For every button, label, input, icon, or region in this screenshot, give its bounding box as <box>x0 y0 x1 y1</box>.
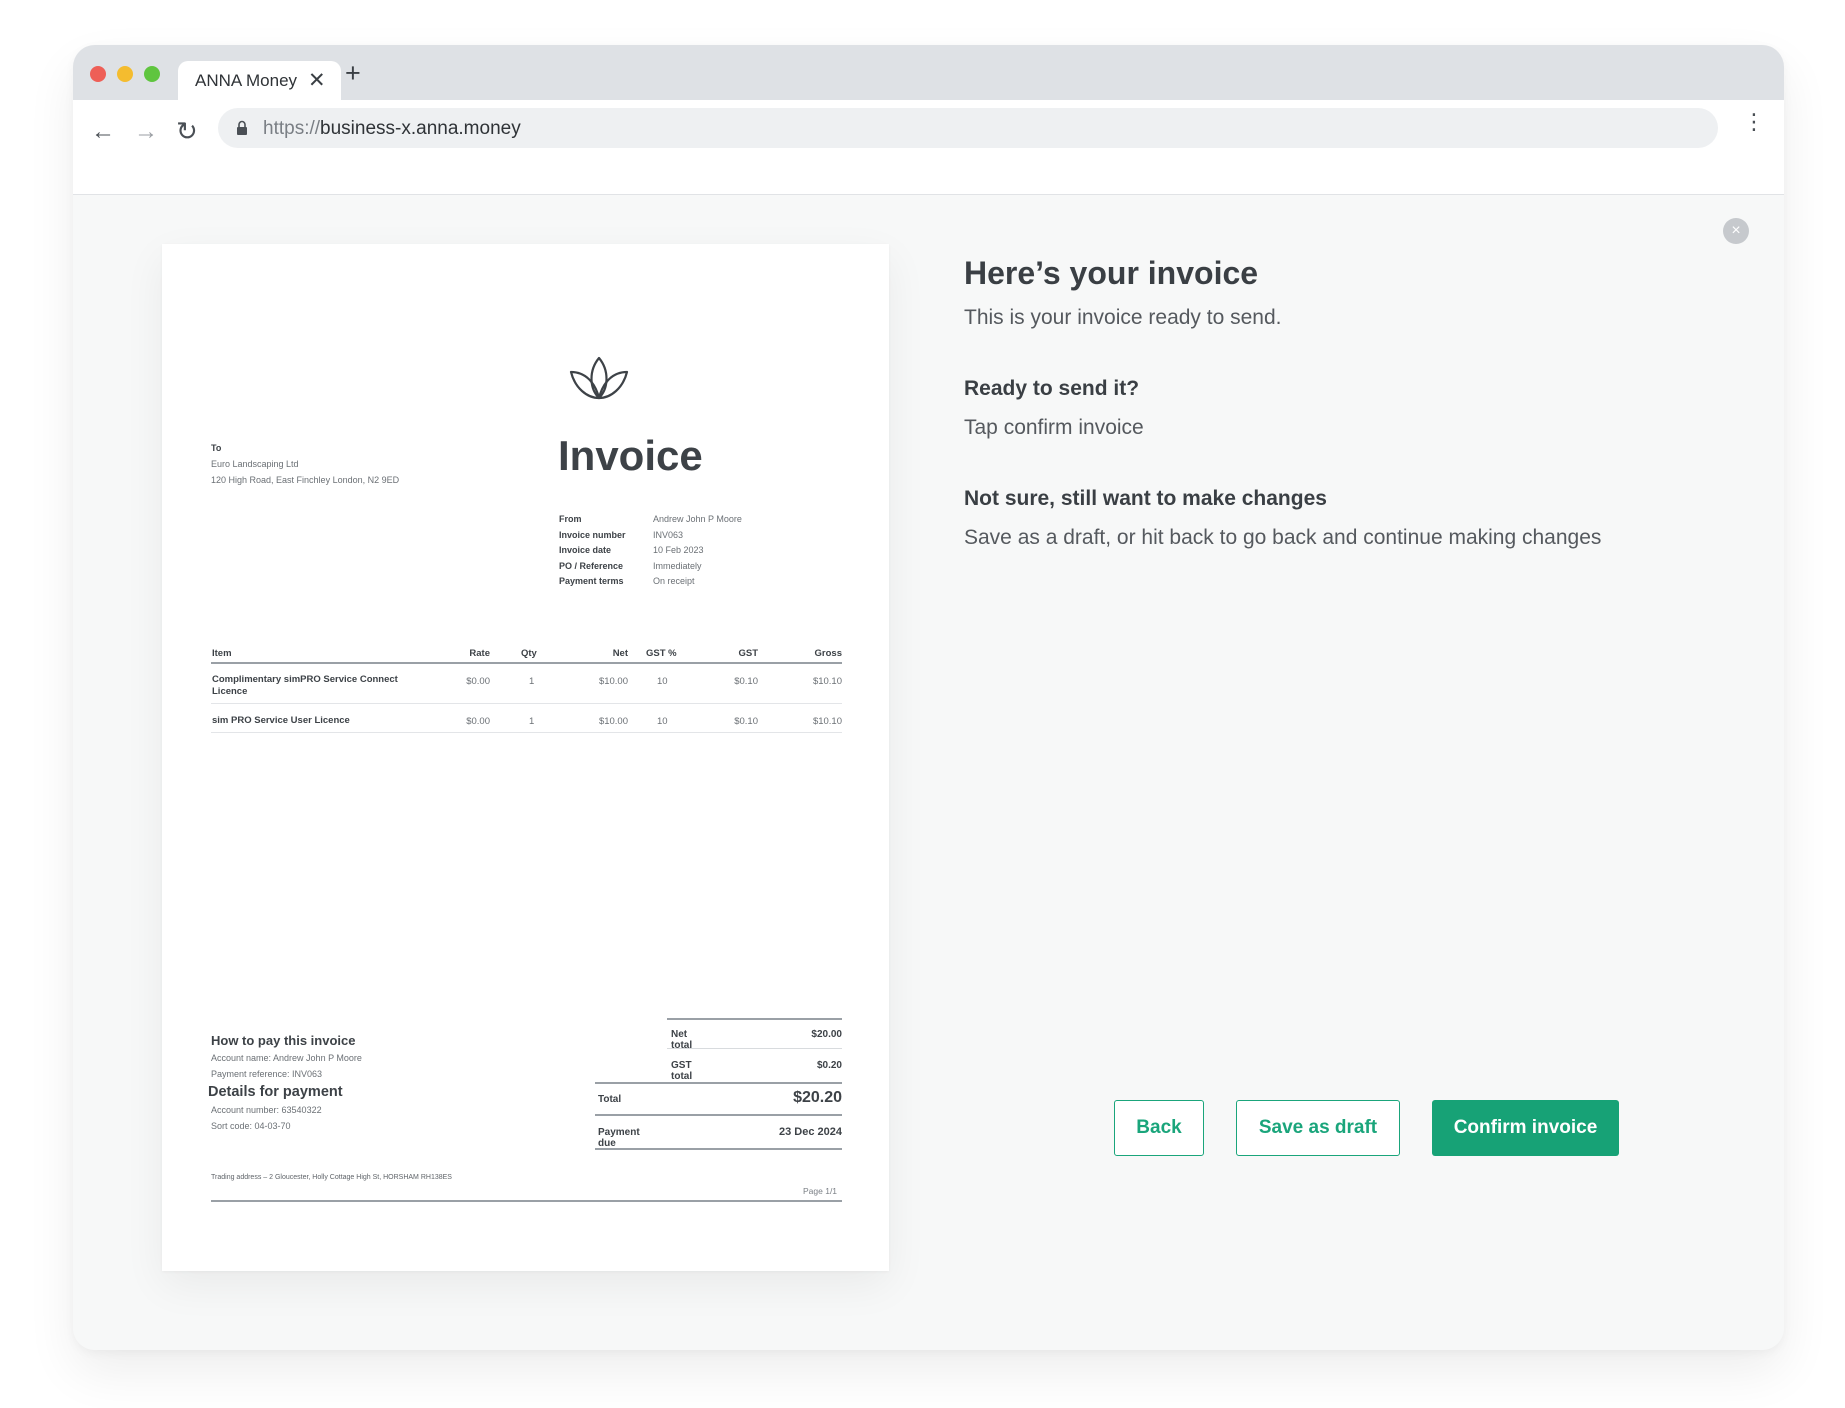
net-total-value: $20.00 <box>811 1029 842 1040</box>
browser-toolbar: ← → ↻ https://business-x.anna.money ⋮ <box>73 100 1784 195</box>
payment-instructions: How to pay this invoice Account name: An… <box>208 1033 362 1134</box>
new-tab-button[interactable]: + <box>345 58 361 89</box>
table-header: Item Rate Qty Net GST % GST Gross <box>211 644 842 664</box>
tab-close-icon[interactable]: ✕ <box>308 68 326 93</box>
meta-value: On receipt <box>653 576 695 586</box>
meta-label: From <box>559 514 582 524</box>
col-gross: Gross <box>814 648 842 659</box>
to-label: To <box>211 443 222 453</box>
bill-to-block: To Euro Landscaping Ltd 120 High Road, E… <box>211 440 399 488</box>
col-gst: GST <box>738 648 758 659</box>
url-text: https://business-x.anna.money <box>263 118 521 140</box>
meta-value: 10 Feb 2023 <box>653 545 704 555</box>
totals-rule <box>667 1018 842 1020</box>
ready-heading: Ready to send it? <box>964 377 1140 400</box>
confirm-invoice-button[interactable]: Confirm invoice <box>1432 1100 1619 1156</box>
account-number: Account number: 63540322 <box>211 1105 322 1115</box>
invoice-title: Invoice <box>558 432 703 479</box>
gst-total-value: $0.20 <box>816 1060 842 1071</box>
how-to-pay-title: How to pay this invoice <box>211 1033 356 1048</box>
save-as-draft-button[interactable]: Save as draft <box>1236 1100 1400 1156</box>
maximize-window-button[interactable] <box>144 66 160 82</box>
meta-label: Invoice number <box>559 529 626 540</box>
col-rate: Rate <box>469 648 490 659</box>
footer-rule <box>211 1200 842 1202</box>
meta-value: Immediately <box>653 560 702 571</box>
payment-due-label: Payment due <box>598 1127 640 1149</box>
totals-rule <box>667 1048 842 1049</box>
close-window-button[interactable] <box>90 66 106 82</box>
ready-text: Tap confirm invoice <box>964 416 1144 439</box>
total-label: Total <box>598 1094 622 1105</box>
url-host: business-x.anna.money <box>320 118 521 139</box>
url-scheme: https:// <box>263 118 321 139</box>
cell-gross: $10.10 <box>812 716 842 727</box>
cell-rate: $0.00 <box>466 716 490 727</box>
back-button[interactable]: Back <box>1114 1100 1204 1156</box>
col-item: Item <box>212 648 232 659</box>
col-gst-percent: GST % <box>646 648 677 659</box>
not-sure-heading: Not sure, still want to make changes <box>964 487 1327 510</box>
meta-label: PO / Reference <box>559 560 624 571</box>
meta-row: Invoice date 10 Feb 2023 <box>559 543 742 559</box>
cell-net: $10.00 <box>598 716 628 727</box>
col-qty: Qty <box>521 648 537 659</box>
cell-item: sim PRO Service User Licence <box>212 715 350 726</box>
page-title: Here’s your invoice <box>964 255 1259 291</box>
invoice-meta: From Andrew John P Moore Invoice number IN… <box>559 512 742 590</box>
not-sure-text: Save as a draft, or hit back to go back … <box>964 526 1602 549</box>
totals-rule <box>595 1082 842 1084</box>
more-menu-icon[interactable]: ⋮ <box>1743 111 1765 133</box>
browser-tab[interactable]: ANNA Money ✕ <box>178 61 341 100</box>
page-subtitle: This is your invoice ready to send. <box>964 306 1282 329</box>
minimize-window-button[interactable] <box>117 66 133 82</box>
meta-row: Invoice number INV063 <box>559 528 742 544</box>
cell-rate: $0.00 <box>466 676 490 687</box>
meta-row: Payment terms On receipt <box>559 574 742 590</box>
meta-value: INV063 <box>653 529 684 540</box>
to-address: 120 High Road, East Finchley London, N2 … <box>211 475 400 485</box>
cell-gst: $0.10 <box>734 676 758 687</box>
payment-reference: Payment reference: INV063 <box>211 1069 323 1079</box>
close-icon[interactable]: × <box>1723 218 1749 244</box>
invoice-preview: To Euro Landscaping Ltd 120 High Road, E… <box>162 244 889 1271</box>
gst-total-label: GST total <box>671 1060 693 1082</box>
table-row: sim PRO Service User Licence $0.00 1 $10… <box>211 704 842 733</box>
address-bar[interactable]: https://business-x.anna.money <box>218 108 1718 148</box>
line-items-table: Item Rate Qty Net GST % GST Gross Compli… <box>211 644 842 733</box>
page-content: × To Euro Landscaping Ltd 120 High Road,… <box>73 195 1784 1350</box>
to-name: Euro Landscaping Ltd <box>211 459 299 469</box>
cell-qty: 1 <box>529 676 535 687</box>
account-name: Account name: Andrew John P Moore <box>211 1053 362 1063</box>
payment-due-value: 23 Dec 2024 <box>779 1126 842 1138</box>
tab-bar: ANNA Money ✕ + <box>73 45 1784 100</box>
cell-gross: $10.10 <box>812 676 842 687</box>
reload-icon[interactable]: ↻ <box>176 116 198 147</box>
forward-arrow-icon[interactable]: → <box>134 118 158 146</box>
meta-row: PO / Reference Immediately <box>559 559 742 575</box>
cell-net: $10.00 <box>598 676 628 687</box>
totals-rule <box>595 1148 842 1150</box>
tab-title: ANNA Money <box>195 71 298 90</box>
meta-label: Payment terms <box>559 576 624 586</box>
table-row: Complimentary simPRO Service Connect Lic… <box>211 664 842 704</box>
cell-gst-percent: 10 <box>657 676 668 687</box>
cell-qty: 1 <box>529 716 535 727</box>
totals-rule <box>595 1114 842 1116</box>
meta-label: Invoice date <box>559 545 612 555</box>
sort-code: Sort code: 04-03-70 <box>211 1121 291 1131</box>
lotus-logo-icon <box>569 356 629 400</box>
payment-details-title: Details for payment <box>208 1084 343 1100</box>
col-net: Net <box>612 648 628 659</box>
trading-address: Trading address – 2 Gloucester, Holly Co… <box>211 1174 452 1181</box>
meta-row: From Andrew John P Moore <box>559 512 742 528</box>
cell-item: Complimentary simPRO Service Connect Lic… <box>212 674 398 697</box>
lock-icon <box>237 120 247 135</box>
page-number: Page 1/1 <box>803 1186 838 1196</box>
meta-value: Andrew John P Moore <box>653 514 742 524</box>
cell-gst: $0.10 <box>734 716 758 727</box>
total-value: $20.20 <box>793 1089 842 1106</box>
back-arrow-icon[interactable]: ← <box>91 118 115 146</box>
cell-gst-percent: 10 <box>657 716 668 727</box>
